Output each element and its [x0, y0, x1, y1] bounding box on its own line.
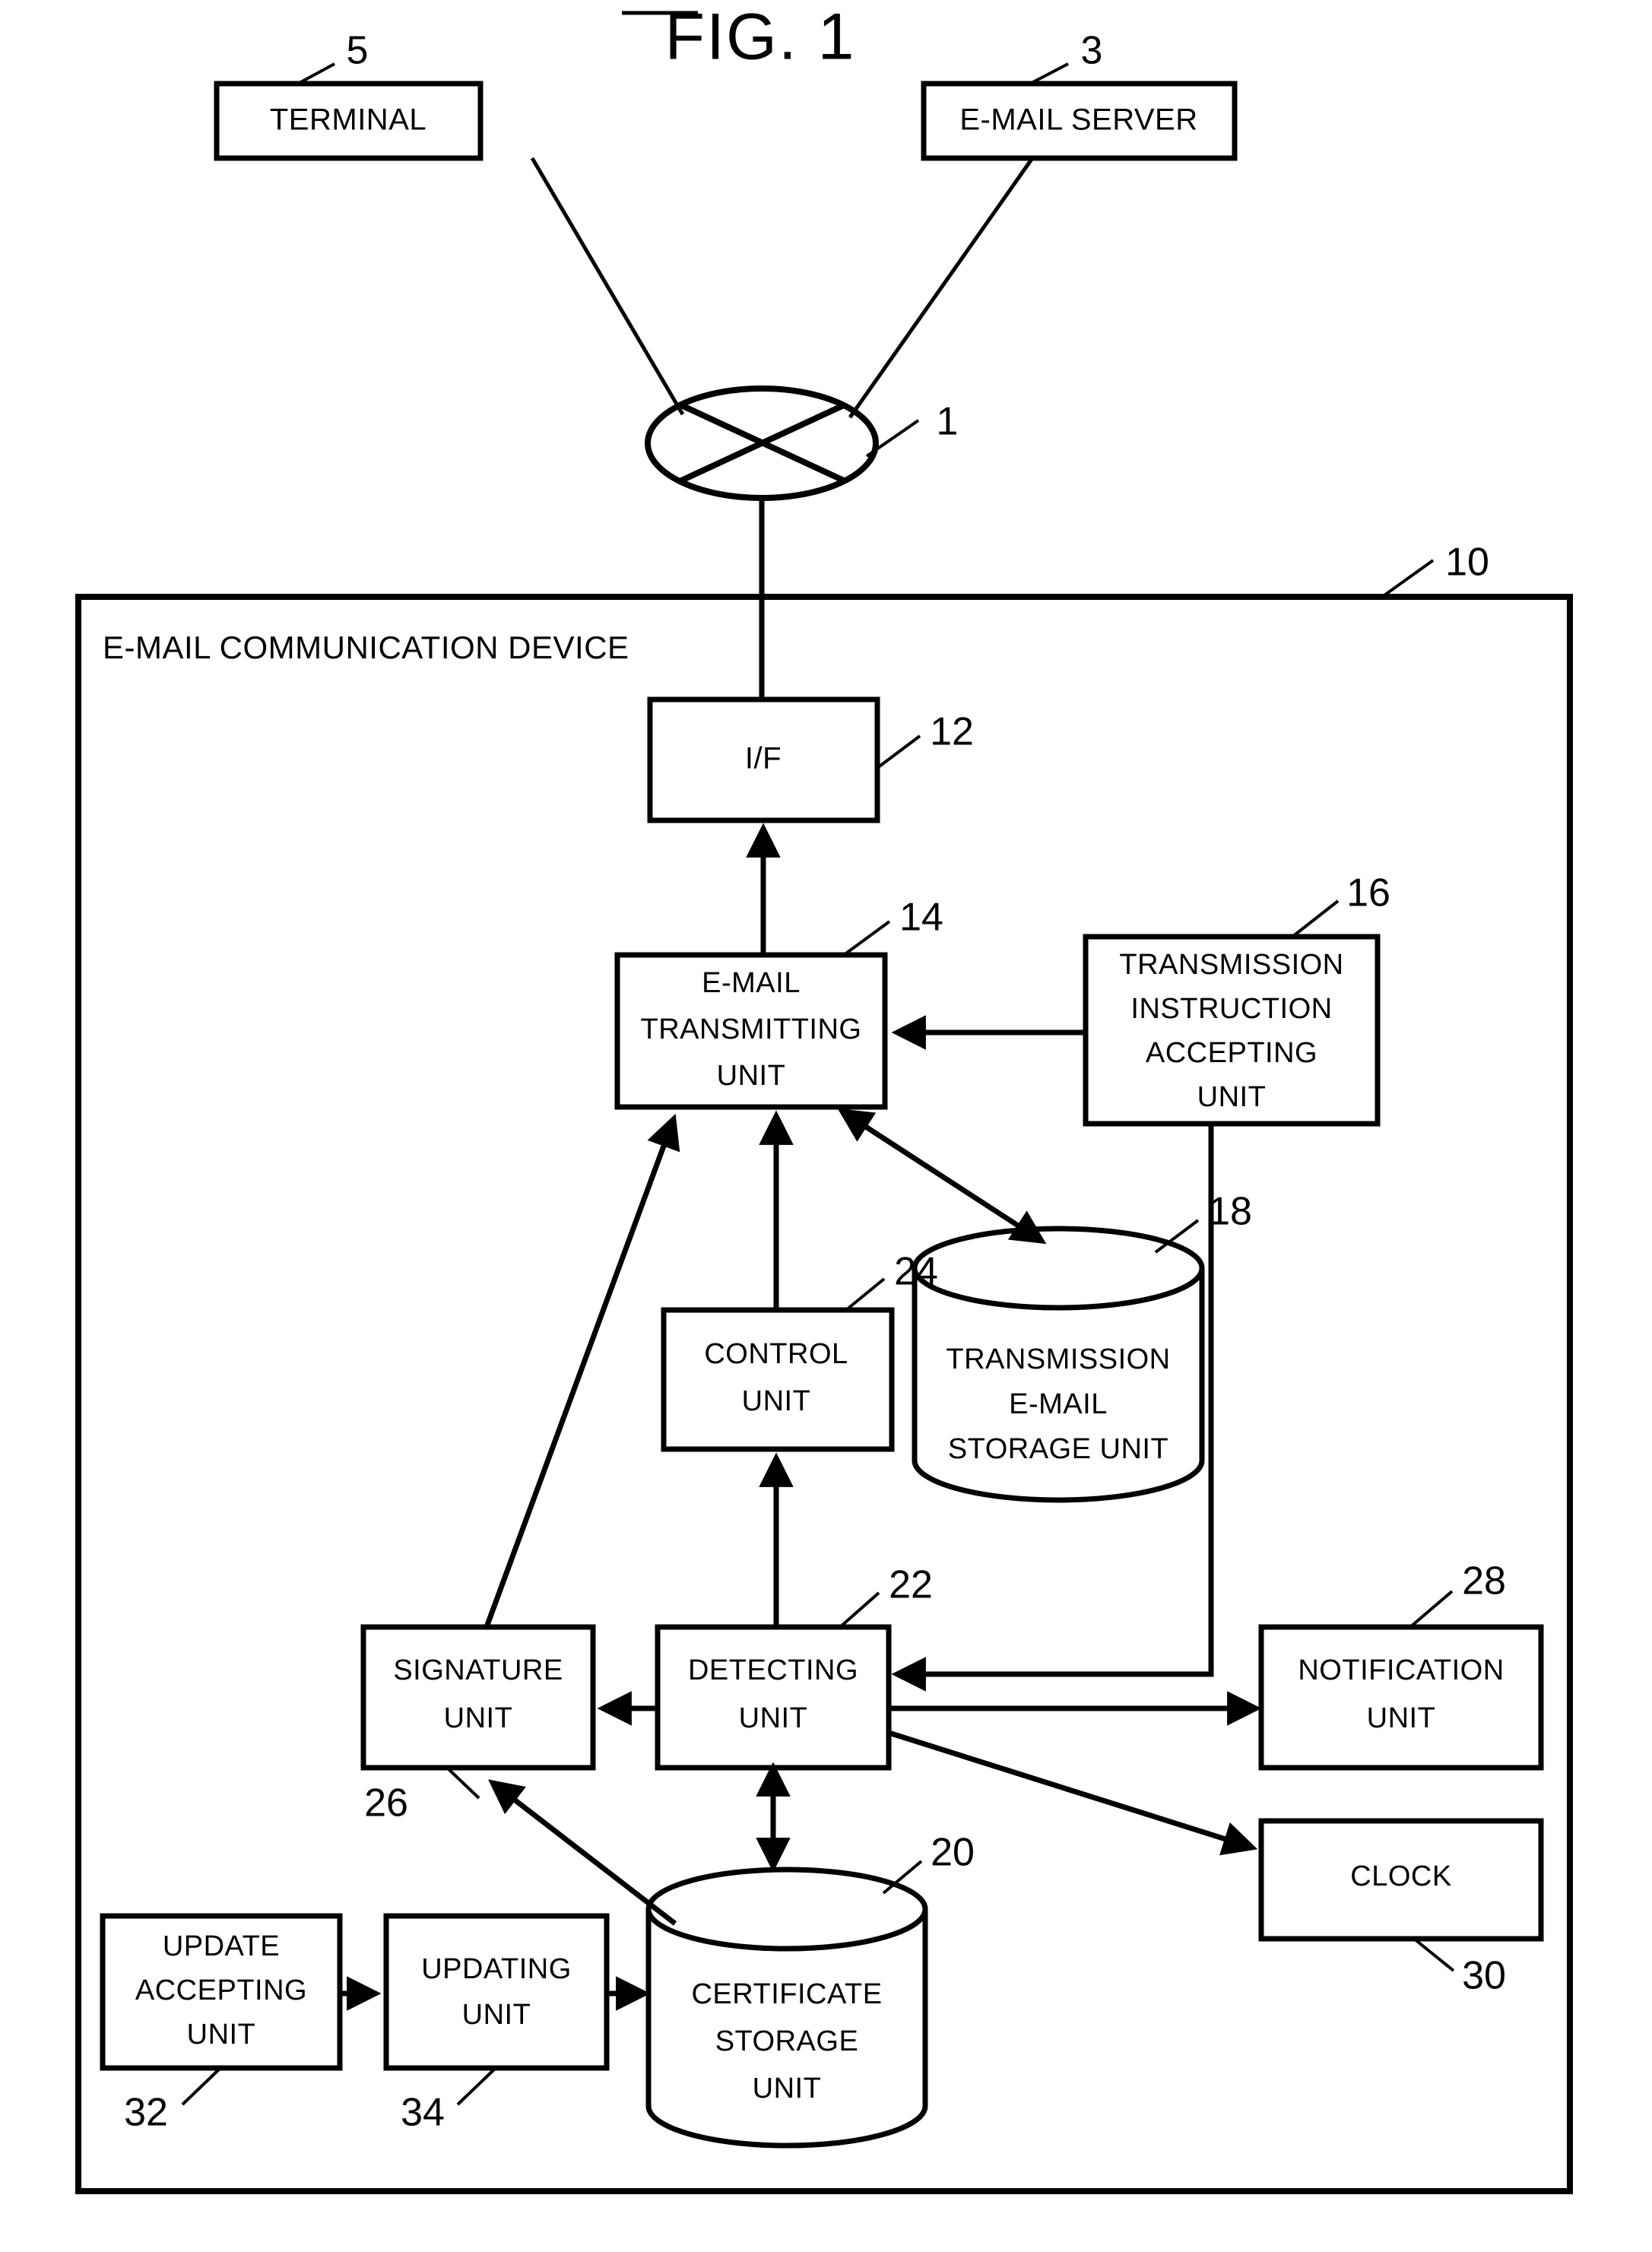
updating-unit-label-line2: UNIT [462, 1999, 531, 2031]
transmission-email-storage-unit-ref: 18 [1208, 1190, 1252, 1234]
control-unit-box[interactable] [661, 1307, 895, 1452]
notification-unit-label-line1: NOTIFICATION [1298, 1654, 1504, 1686]
transmission-instruction-accepting-unit-ref: 16 [1346, 871, 1390, 915]
email-server-label: E-MAIL SERVER [959, 103, 1197, 137]
transmission-email-storage-unit-cylinder-top [912, 1226, 1205, 1311]
notification-unit-leader [1409, 1590, 1454, 1629]
email-transmitting-unit-ref: 14 [899, 896, 943, 940]
certificate-storage-unit-cylinder-top [645, 1867, 928, 1952]
transmission-instruction-accepting-unit-label-line4: UNIT [1197, 1081, 1267, 1113]
interface-label: I/F [745, 742, 782, 776]
update-accepting-unit-label-line2: ACCEPTING [135, 1974, 307, 2006]
network-ref: 1 [937, 400, 959, 444]
updating-unit-label-line1: UPDATING [421, 1953, 572, 1985]
updating-unit-ref: 34 [401, 2091, 445, 2135]
certificate-storage-unit-label-line2: STORAGE [715, 2025, 859, 2057]
detecting-unit-leader [839, 1591, 880, 1629]
device-frame-title: E-MAIL COMMUNICATION DEVICE [103, 630, 629, 665]
signature-unit-leader [446, 1766, 480, 1800]
diagram-canvas: FIG. 1 TERMINAL 5 E-MAIL SERVER 3 1 E-MA… [75, 1, 1573, 2194]
interface-leader [876, 734, 921, 769]
certificate-storage-unit-label-line1: CERTIFICATE [691, 1978, 882, 2010]
email-server-ref: 3 [1081, 29, 1103, 73]
clock-ref: 30 [1462, 1954, 1506, 1998]
signature-unit-label-line1: SIGNATURE [393, 1654, 563, 1686]
detecting-unit-ref: 22 [889, 1563, 933, 1607]
email-transmitting-unit-leader [842, 920, 891, 956]
signature-unit-box[interactable] [360, 1624, 596, 1771]
updating-unit-box[interactable] [383, 1913, 610, 2071]
terminal-label: TERMINAL [270, 103, 426, 137]
device-frame-ref: 10 [1445, 541, 1489, 585]
detecting-unit-label-line1: DETECTING [688, 1654, 858, 1686]
link-terminal-network [530, 157, 685, 416]
certificate-storage-unit-ref: 20 [931, 1831, 975, 1875]
control-unit-ref: 24 [894, 1250, 938, 1294]
notification-unit-box[interactable] [1258, 1624, 1544, 1771]
update-accepting-unit-label-line3: UNIT [187, 2019, 256, 2051]
transmission-instruction-accepting-unit-label-line3: ACCEPTING [1146, 1037, 1317, 1069]
transmission-email-storage-unit-label-line2: E-MAIL [1009, 1388, 1108, 1420]
terminal-ref: 5 [347, 29, 369, 73]
interface-ref: 12 [930, 710, 974, 754]
clock-leader [1413, 1937, 1455, 1972]
control-unit-label-line2: UNIT [742, 1385, 811, 1417]
detecting-unit-box[interactable] [655, 1624, 892, 1771]
control-unit-leader [845, 1277, 886, 1312]
email-transmitting-unit-label-line3: UNIT [717, 1060, 786, 1092]
patent-figure: FIG. 1 TERMINAL 5 E-MAIL SERVER 3 1 E-MA… [0, 0, 1652, 2252]
update-accepting-unit-label-line1: UPDATE [163, 1930, 280, 1962]
terminal-leader [297, 62, 335, 85]
update-accepting-unit-leader [181, 2066, 222, 2106]
email-transmitting-unit-label-line2: TRANSMITTING [641, 1013, 862, 1045]
signature-unit-label-line2: UNIT [444, 1702, 513, 1734]
arrow-certificate-storage-to-signature [487, 1779, 677, 1926]
detecting-unit-label-line2: UNIT [739, 1702, 808, 1734]
link-server-network [848, 157, 1035, 419]
arrow-transmitting-to-storage [837, 1108, 1047, 1245]
control-unit-label-line1: CONTROL [704, 1338, 848, 1370]
arrow-signature-to-transmitting [484, 1113, 680, 1629]
transmission-instruction-accepting-unit-label-line1: TRANSMISSION [1119, 949, 1343, 981]
transmission-instruction-accepting-unit-label-line2: INSTRUCTION [1130, 993, 1332, 1025]
transmission-email-storage-unit-label-line1: TRANSMISSION [946, 1343, 1170, 1375]
email-server-leader [1029, 62, 1069, 85]
updating-unit-leader [456, 2066, 497, 2106]
certificate-storage-unit-label-line3: UNIT [753, 2073, 822, 2105]
email-transmitting-unit-label-line1: E-MAIL [702, 967, 801, 999]
notification-unit-ref: 28 [1462, 1559, 1506, 1603]
update-accepting-unit-ref: 32 [124, 2091, 168, 2135]
device-frame-leader [1381, 559, 1435, 598]
signature-unit-ref: 26 [364, 1781, 408, 1825]
clock-label: CLOCK [1350, 1860, 1451, 1892]
transmission-email-storage-unit-label-line3: STORAGE UNIT [948, 1433, 1168, 1465]
notification-unit-label-line2: UNIT [1367, 1702, 1436, 1734]
transmission-instruction-accepting-unit-leader [1291, 899, 1340, 938]
figure-title: FIG. 1 [665, 1, 856, 74]
